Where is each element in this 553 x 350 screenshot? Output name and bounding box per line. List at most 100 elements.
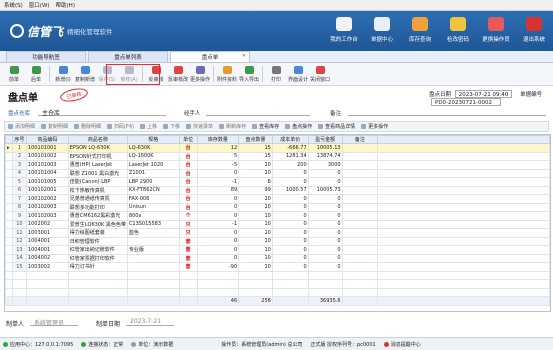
new-button[interactable]: 新增(I)	[52, 64, 74, 85]
table-row[interactable]: 14 1004002 红管家票据打印软件套 0 10 0 0	[5, 253, 550, 263]
detail-action-button[interactable]: 删除明细	[74, 123, 101, 130]
column-header[interactable]: 备注	[341, 135, 379, 144]
print-button[interactable]: 打印	[265, 64, 287, 85]
table-row[interactable]: 2 100101002 EPSON针式打印机 LQ-1600K 台 5 15 1281.34 1…	[5, 151, 550, 161]
table-cell[interactable]	[341, 202, 379, 212]
table-cell: 0	[271, 236, 309, 246]
detail-action-button[interactable]: 更多操作	[361, 123, 388, 130]
column-header[interactable]: 规格	[126, 135, 180, 144]
column-header[interactable]: 成本单价	[271, 135, 309, 144]
top-nav: 我的工作台 单据中心 库存查询 检改密码 更换操作员 退出系统	[325, 15, 553, 49]
table-row[interactable]: 6 100102001 松下热敏传真机 KX-FT862CN 台 89 99 1000.57 1…	[5, 185, 550, 195]
table-cell[interactable]	[341, 160, 379, 170]
close-window-button[interactable]: 关闭窗口	[309, 64, 331, 85]
app-header: 信管飞 精细化管理软件 我的工作台 单据中心 库存查询 检改密码 更换操作员 退出系统	[0, 11, 553, 51]
table-cell: 日积管理软件	[67, 236, 128, 246]
table-row[interactable]: 15 1003002 得力订书针套 -90 10 0 0	[5, 262, 550, 272]
table-cell[interactable]	[341, 236, 379, 246]
table-cell[interactable]	[341, 151, 379, 161]
empty-cell	[271, 287, 309, 297]
table-row[interactable]: 13 1004001 红管家出纳记账软件 专业版套 0 10 0 0	[5, 245, 550, 255]
table-cell[interactable]	[341, 262, 379, 272]
tab-stocktake[interactable]: 盘点单 ✕	[170, 51, 250, 62]
detail-action-button[interactable]: 添加明细	[8, 123, 35, 130]
menu-system[interactable]: 系统(S)	[4, 1, 23, 9]
table-cell[interactable]	[341, 168, 379, 178]
handler-field[interactable]	[206, 108, 310, 116]
detail-action-button[interactable]: 复制明细	[41, 123, 68, 130]
menu-window[interactable]: 窗口(W)	[29, 1, 50, 9]
menu-help[interactable]: 帮助(H)	[56, 1, 75, 9]
action-icon	[285, 124, 291, 129]
column-header[interactable]: 单位	[178, 135, 198, 144]
table-row[interactable]: 11 1003001 得力绘图纸套装 蓝色只 0 10 0 0	[5, 228, 550, 238]
nav-document-center-button[interactable]: 单据中心	[363, 15, 401, 49]
table-row[interactable]: 7 100102002 兄弟普通纸传真机 FAX-008 台 0 10 0 0	[5, 194, 550, 204]
table-cell[interactable]	[341, 211, 379, 221]
column-header[interactable]: 盈亏金额	[307, 135, 343, 144]
column-header[interactable]: 商品编码	[25, 135, 69, 144]
table-row[interactable]: 4 100101004 联想 Z1001 黑白激光 Z1001 台 0 10 0 0	[5, 168, 550, 178]
table-row[interactable]: 9 100102003 惠普CM6162黑彩激光 800x 个 0 10 0 0	[5, 211, 550, 221]
prev-button[interactable]: 前单	[3, 64, 25, 85]
column-header[interactable]: 盘点数量	[238, 135, 273, 144]
table-row[interactable]: 3 100101003 惠普(HP) LaserJet LaserJet 1020 台 -…	[5, 160, 550, 170]
unaudit-edit-button[interactable]: 反审核改	[167, 64, 189, 85]
table-cell[interactable]	[341, 219, 379, 229]
table-cell[interactable]	[341, 143, 379, 153]
column-header[interactable]: 序号	[11, 135, 27, 144]
copy-button[interactable]: 复制新增	[74, 64, 96, 85]
nav-exit-button[interactable]: 退出系统	[515, 15, 553, 49]
number-field[interactable]: PD0-20230721-0002	[431, 98, 501, 106]
status-bar: 应用中心：127.0.0.1:7095 连接状态：正常 单位：演示数据 操作员：系统管…	[0, 337, 553, 350]
attachment-button[interactable]: 附件资料	[216, 64, 238, 85]
detail-action-button[interactable]: 快速录单	[186, 123, 213, 130]
table-cell[interactable]	[341, 245, 379, 255]
warehouse-field[interactable]: 主仓库	[38, 108, 166, 117]
design-button[interactable]: 界面设计	[287, 64, 309, 85]
more-button[interactable]: 更多操作	[189, 64, 211, 85]
detail-action-button[interactable]: 刷新库存	[219, 123, 246, 130]
more-icon	[195, 65, 205, 74]
detail-action-button[interactable]: 扫码(F4)	[107, 123, 134, 130]
remark-field[interactable]	[348, 108, 546, 116]
warehouse-label[interactable]: 盘点仓库	[8, 109, 30, 117]
toolbar-label: 后单	[30, 76, 41, 83]
table-cell[interactable]	[341, 185, 379, 195]
table-cell[interactable]	[341, 194, 379, 204]
status-item[interactable]: 消息提醒中心	[383, 341, 421, 348]
nav-workbench-button[interactable]: 我的工作台	[325, 15, 363, 49]
toolbar-separator	[213, 66, 214, 82]
tab-stocktake-list[interactable]: 盘点单列表	[88, 51, 168, 62]
table-cell[interactable]	[341, 228, 379, 238]
nav-label: 单据中心	[370, 37, 393, 43]
next-button[interactable]: 后单	[25, 64, 47, 85]
detail-action-button[interactable]: 下移	[163, 123, 180, 130]
table-row[interactable]: 8 100102003 联想多功能打印 Unisun 台 0 10 0 0	[5, 202, 550, 212]
date-field[interactable]: 2023-07-21 09:40	[454, 90, 513, 98]
nav-inventory-button[interactable]: 库存查询	[401, 15, 439, 49]
empty-cell	[5, 279, 13, 289]
table-cell: 得力订书针	[67, 262, 128, 272]
table-row[interactable]: 10 1002002 爱普生LQ630K 黑色色带 C13S015583 只 -1 10 0 0	[5, 219, 550, 229]
tab-function-nav[interactable]: 功能导航签	[6, 51, 86, 62]
empty-cell	[178, 270, 198, 280]
import-export-button[interactable]: 导入导出	[238, 64, 260, 85]
column-header[interactable]: 商品名称	[67, 135, 128, 144]
detail-action-button[interactable]: 盘点操作	[285, 123, 312, 130]
detail-action-button[interactable]: 查看商品详情	[318, 123, 355, 130]
detail-action-button[interactable]: 查看库存	[252, 123, 279, 130]
column-header[interactable]: 库存数量	[196, 135, 240, 144]
table-cell: 佳能(Canon) LBP	[67, 177, 128, 187]
nav-password-lock-button[interactable]: 检改密码	[439, 15, 477, 49]
table-cell[interactable]	[341, 177, 379, 187]
table-row[interactable]: ▸ 1 100101001 EPSON LQ-630K LQ-630K 台 12 15 -666…	[5, 143, 550, 153]
table-row[interactable]: 5 100101005 佳能(Canon) LBP LBP 2900 台 -1 8 0 0	[5, 177, 550, 187]
nav-label: 我的工作台	[330, 37, 358, 43]
nav-label: 更换操作员	[482, 37, 510, 43]
nav-switch-user-button[interactable]: 更换操作员	[477, 15, 515, 49]
table-cell[interactable]	[341, 253, 379, 263]
table-row[interactable]: 12 1004001 日积管理软件套 0 10 0 0	[5, 236, 550, 246]
detail-action-button[interactable]: 上移	[140, 123, 157, 130]
close-tab-icon[interactable]: ✕	[242, 53, 246, 59]
